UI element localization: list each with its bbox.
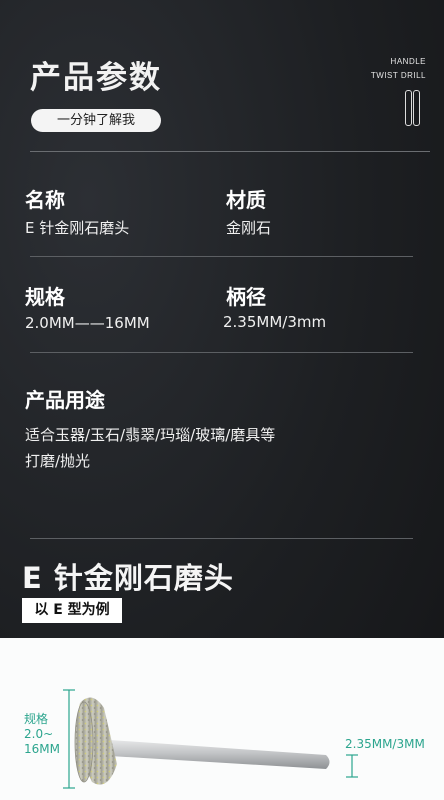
row-divider-2 (30, 352, 413, 353)
brand-line-2: TWIST DRILL (370, 71, 426, 80)
product-name: E 针金刚石磨头 (22, 561, 234, 595)
shank-shape (110, 740, 330, 769)
size-annotation-line-1: 规格 (24, 712, 49, 726)
header-divider (30, 151, 430, 152)
brand-line-1: HANDLE (390, 57, 426, 66)
grinding-head-illustration (63, 689, 358, 789)
usage-label: 产品用途 (25, 388, 105, 412)
size-label: 规格 (25, 285, 65, 309)
usage-line-2: 打磨/抛光 (25, 452, 91, 470)
size-annotation: 规格 2.0~ 16MM (24, 712, 60, 757)
product-photo (0, 638, 444, 800)
material-value: 金刚石 (226, 219, 272, 237)
shank-label: 柄径 (226, 285, 266, 309)
subtitle-pill: 一分钟了解我 (31, 109, 161, 132)
product-tag: 以 E 型为例 (22, 598, 122, 623)
size-value: 2.0MM——16MM (25, 314, 150, 332)
double-bar-icon (405, 90, 421, 126)
name-label: 名称 (25, 188, 65, 212)
size-annotation-line-3: 16MM (24, 742, 60, 756)
page-title: 产品参数 (30, 60, 162, 96)
head-face (74, 701, 94, 783)
usage-line-1: 适合玉器/玉石/翡翠/玛瑙/玻璃/磨具等 (25, 426, 276, 444)
row-divider-3 (30, 538, 413, 539)
material-label: 材质 (226, 188, 266, 212)
brand-text: HANDLE TWIST DRILL (371, 55, 426, 83)
size-annotation-line-2: 2.0~ (24, 727, 54, 741)
row-divider-1 (30, 256, 413, 257)
shank-annotation: 2.35MM/3MM (345, 737, 425, 751)
name-value: E 针金刚石磨头 (25, 219, 130, 237)
shank-value: 2.35MM/3mm (223, 313, 327, 331)
